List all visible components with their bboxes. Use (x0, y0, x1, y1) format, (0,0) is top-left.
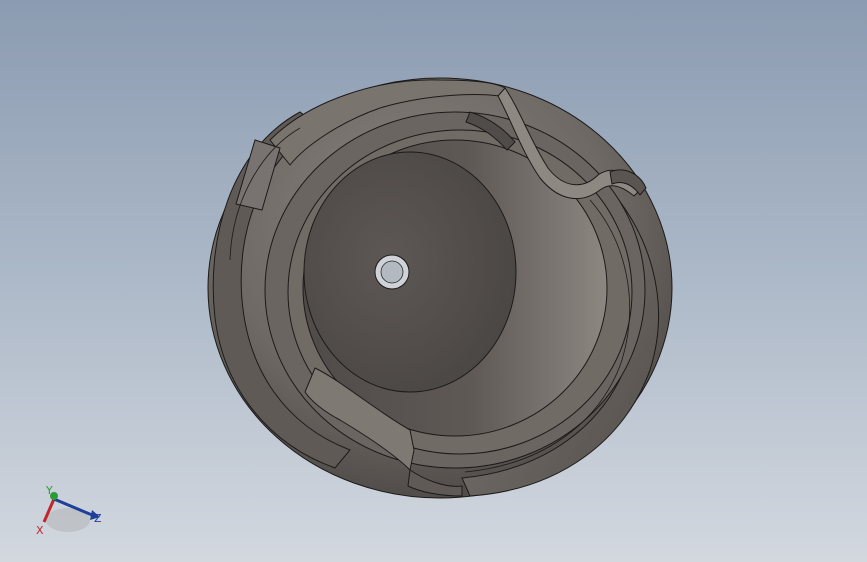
cad-viewport[interactable]: X Y Z (0, 0, 867, 562)
cup-floor (303, 151, 517, 393)
triad-z-label: Z (94, 512, 102, 525)
bobbin-case-part[interactable] (207, 77, 673, 499)
center-hole-inner (380, 260, 404, 284)
triad-x-label: X (36, 524, 44, 537)
triad-y-label: Y (45, 484, 53, 497)
coordinate-triad: X Y Z (36, 484, 102, 537)
